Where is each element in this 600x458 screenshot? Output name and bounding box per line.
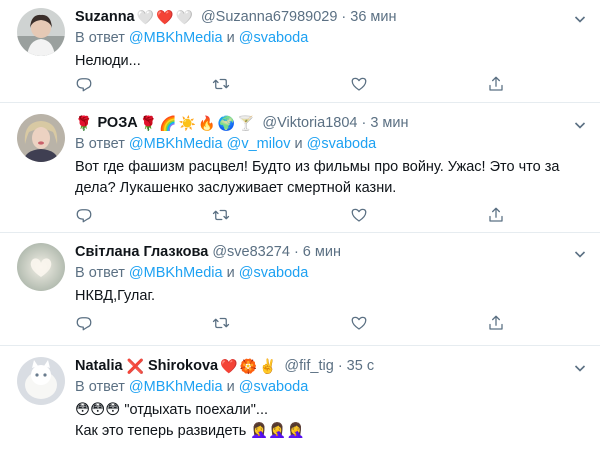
name-emojis: 🌹 🌈 ☀️ 🔥 🌍 🍸	[140, 115, 257, 131]
red-heart-emoji: ❤️	[156, 9, 174, 25]
rosette-emoji: 🏵️	[239, 358, 257, 374]
tweet-actions	[75, 74, 505, 94]
mention-link[interactable]: @svaboda	[239, 265, 309, 281]
chevron-down-icon[interactable]	[574, 248, 586, 260]
name-emojis: ❤️ 🏵️ ✌️	[220, 358, 278, 374]
white-heart-emoji: 🤍	[136, 9, 155, 25]
tweet-feed: Suzanna 🤍 ❤️ 🤍 @Suzanna67989029 · 36 мин…	[0, 0, 600, 458]
share-icon[interactable]	[487, 75, 505, 93]
facepalm-emoji: 🤦‍♀️	[268, 423, 287, 439]
globe-emoji: 🌍	[217, 115, 235, 131]
mention-link[interactable]: @svaboda	[239, 379, 309, 395]
like-icon[interactable]	[350, 206, 368, 224]
mention-link[interactable]: @MBKhMedia	[129, 30, 223, 46]
like-icon[interactable]	[350, 75, 368, 93]
share-icon[interactable]	[487, 206, 505, 224]
reply-icon[interactable]	[75, 314, 93, 332]
flushed-face-emoji: 😳	[75, 402, 91, 418]
victory-hand-emoji: ✌️	[258, 358, 277, 374]
author-handle[interactable]: @sve83274	[212, 244, 290, 260]
timestamp[interactable]: 35 с	[347, 358, 374, 374]
timestamp[interactable]: 3 мин	[370, 115, 408, 131]
author-name[interactable]: РОЗА	[97, 115, 137, 131]
reply-context: В ответ @MBKhMedia @v_milov и @svaboda	[75, 136, 377, 152]
avatar[interactable]	[17, 357, 65, 405]
author-handle[interactable]: @Suzanna67989029	[201, 9, 337, 25]
chevron-down-icon[interactable]	[574, 119, 586, 131]
red-heart-emoji: ❤️	[220, 358, 238, 374]
reply-icon[interactable]	[75, 75, 93, 93]
tweet-text: Вот где фашизм расцвел! Будто из фильмы …	[75, 159, 560, 196]
cocktail-emoji: 🍸	[236, 115, 255, 131]
author-name-last[interactable]: Shirokova	[148, 358, 218, 374]
author-name-first[interactable]: Natalia	[75, 358, 123, 374]
facepalm-emoji: 🤦‍♀️	[250, 423, 269, 439]
rose-emoji: 🌹	[75, 115, 93, 131]
share-icon[interactable]	[487, 314, 505, 332]
reply-context: В ответ @MBKhMedia и @svaboda	[75, 265, 309, 281]
like-icon[interactable]	[350, 314, 368, 332]
name-pre-emojis: 🌹	[75, 115, 94, 131]
white-heart-emoji: 🤍	[175, 9, 193, 25]
fire-emoji: 🔥	[198, 115, 216, 131]
author-name[interactable]: Світлана Глазкова	[75, 244, 208, 260]
author-handle[interactable]: @Viktoria1804	[262, 115, 357, 131]
reply-icon[interactable]	[75, 206, 93, 224]
separator-dot: ·	[361, 115, 367, 131]
rose-emoji: 🌹	[139, 115, 158, 131]
tweet-actions	[75, 313, 505, 333]
tweet[interactable]: Natalia ❌ Shirokova ❤️ 🏵️ ✌️ @fif_tig · …	[0, 346, 600, 458]
flushed-face-emoji: 😳	[90, 402, 106, 418]
mention-link[interactable]: @svaboda	[307, 136, 377, 152]
tweet-text: НКВД,Гулаг.	[75, 288, 156, 304]
timestamp[interactable]: 6 мин	[303, 244, 341, 260]
retweet-icon[interactable]	[212, 314, 230, 332]
rainbow-emoji: 🌈	[159, 115, 177, 131]
tweet-actions	[75, 205, 505, 225]
tweet[interactable]: Світлана Глазкова @sve83274 · 6 мин В от…	[0, 233, 600, 346]
mention-link[interactable]: @MBKhMedia	[129, 265, 223, 281]
retweet-icon[interactable]	[212, 206, 230, 224]
tweet[interactable]: Suzanna 🤍 ❤️ 🤍 @Suzanna67989029 · 36 мин…	[0, 0, 600, 103]
tweet-text: 😳😳😳 "отдыхать поехали"... Как это теперь…	[75, 402, 305, 439]
timestamp[interactable]: 36 мин	[350, 9, 396, 25]
mention-link[interactable]: @MBKhMedia	[129, 379, 223, 395]
separator-dot: ·	[293, 244, 299, 260]
mention-link[interactable]: @MBKhMedia	[129, 136, 223, 152]
reply-context: В ответ @MBKhMedia и @svaboda	[75, 379, 309, 395]
name-emojis: 🤍 ❤️ 🤍	[137, 9, 195, 25]
mention-link[interactable]: @v_milov	[227, 136, 291, 152]
facepalm-emoji: 🤦‍♀️	[286, 423, 305, 439]
chevron-down-icon[interactable]	[574, 362, 586, 374]
tweet[interactable]: 🌹 РОЗА 🌹 🌈 ☀️ 🔥 🌍 🍸 @Viktoria1804 · 3 ми…	[0, 103, 600, 233]
separator-dot: ·	[341, 9, 347, 25]
author-name[interactable]: Suzanna	[75, 9, 135, 25]
avatar[interactable]	[17, 8, 65, 56]
retweet-icon[interactable]	[212, 75, 230, 93]
tweet-text: Нелюди...	[75, 53, 141, 69]
mention-link[interactable]: @svaboda	[239, 30, 309, 46]
avatar[interactable]	[17, 243, 65, 291]
chevron-down-icon[interactable]	[574, 13, 586, 25]
avatar[interactable]	[17, 114, 65, 162]
author-handle[interactable]: @fif_tig	[284, 358, 333, 374]
reply-context: В ответ @MBKhMedia и @svaboda	[75, 30, 309, 46]
flushed-face-emoji: 😳	[105, 402, 121, 418]
separator-dot: ·	[337, 358, 343, 374]
sun-emoji: ☀️	[178, 115, 197, 131]
cross-mark-emoji: ❌	[126, 357, 144, 374]
